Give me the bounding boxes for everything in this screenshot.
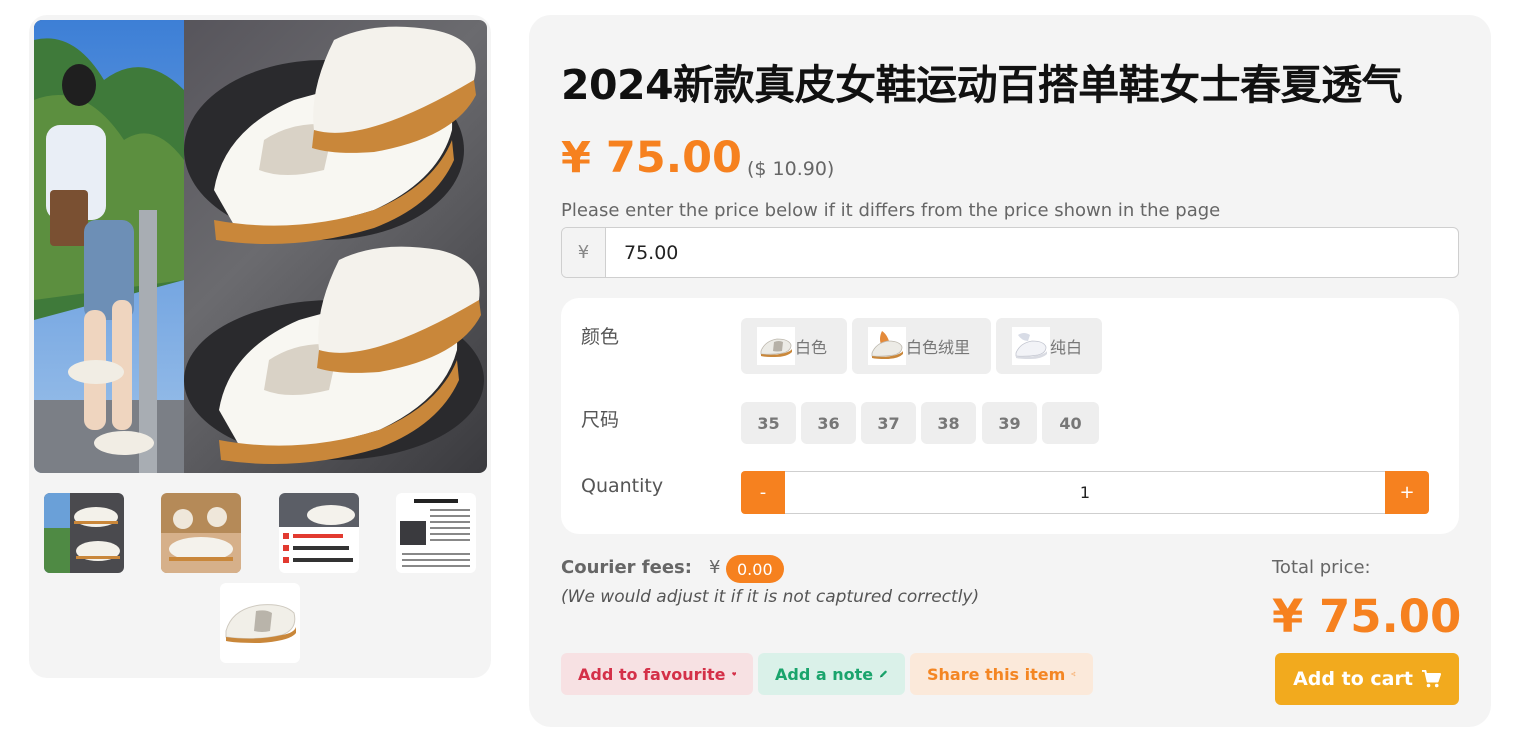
product-title: 2024新款真皮女鞋运动百搭单鞋女士春夏透气 bbox=[561, 61, 1403, 109]
color-option-pure-white[interactable]: 纯白 bbox=[996, 318, 1102, 374]
fleece-lined-sneaker-thumb-icon bbox=[868, 327, 906, 365]
quantity-decrease-button[interactable]: - bbox=[741, 471, 785, 514]
quantity-value[interactable]: 1 bbox=[785, 471, 1385, 514]
price-input-group: ¥ bbox=[561, 227, 1459, 278]
thumbnail-4[interactable] bbox=[396, 493, 476, 573]
thumbnail-image-icon bbox=[44, 493, 124, 573]
quantity-stepper: - 1 + bbox=[741, 471, 1429, 514]
thumbnail-image-icon bbox=[220, 583, 300, 663]
courier-note: (We would adjust it if it is not capture… bbox=[561, 587, 980, 607]
thumbnail-image-icon bbox=[161, 493, 241, 573]
color-option-label: 白色 bbox=[795, 338, 828, 357]
quantity-increase-button[interactable]: + bbox=[1385, 471, 1429, 514]
shopping-cart-icon bbox=[1421, 670, 1441, 688]
add-to-favourite-button[interactable]: Add to favourite bbox=[561, 653, 753, 695]
quantity-label: Quantity bbox=[581, 475, 664, 497]
product-price-usd: ($ 10.90) bbox=[747, 158, 835, 180]
main-product-image[interactable] bbox=[34, 20, 487, 473]
thumbnail-image-icon bbox=[279, 493, 359, 573]
pencil-icon bbox=[880, 670, 887, 678]
product-gallery bbox=[29, 15, 491, 678]
color-option-white-fleece[interactable]: 白色绒里 bbox=[852, 318, 991, 374]
heart-icon bbox=[731, 672, 736, 676]
add-to-cart-button[interactable]: Add to cart bbox=[1275, 653, 1459, 705]
thumbnail-image-icon bbox=[396, 493, 476, 573]
size-option-40[interactable]: 40 bbox=[1042, 402, 1099, 444]
total-price: ¥ 75.00 bbox=[1272, 590, 1462, 643]
size-option-39[interactable]: 39 bbox=[982, 402, 1037, 444]
share-item-label: Share this item bbox=[927, 664, 1066, 684]
product-details-panel: 2024新款真皮女鞋运动百搭单鞋女士春夏透气 ¥ 75.00 ($ 10.90)… bbox=[529, 15, 1491, 727]
color-option-white[interactable]: 白色 bbox=[741, 318, 847, 374]
size-option-36[interactable]: 36 bbox=[801, 402, 856, 444]
price-hint: Please enter the price below if it diffe… bbox=[561, 200, 1221, 221]
courier-fees-label: Courier fees: bbox=[561, 557, 692, 578]
add-note-label: Add a note bbox=[775, 664, 874, 684]
share-icon bbox=[1071, 671, 1076, 677]
add-note-button[interactable]: Add a note bbox=[758, 653, 905, 695]
color-option-label: 白色绒里 bbox=[906, 338, 971, 357]
options-card: 颜色 白色 白色绒里 纯白 尺码 35 36 37 38 39 40 Quant… bbox=[561, 298, 1459, 534]
color-label: 颜色 bbox=[581, 326, 620, 348]
size-option-38[interactable]: 38 bbox=[921, 402, 976, 444]
size-option-35[interactable]: 35 bbox=[741, 402, 796, 444]
pure-white-sneaker-thumb-icon bbox=[1012, 327, 1050, 365]
courier-currency: ¥ bbox=[709, 557, 721, 578]
sneaker-photo bbox=[34, 20, 487, 473]
size-label: 尺码 bbox=[581, 409, 620, 431]
size-option-37[interactable]: 37 bbox=[861, 402, 916, 444]
price-input[interactable] bbox=[606, 228, 1458, 277]
currency-addon: ¥ bbox=[562, 228, 606, 277]
thumbnail-1[interactable] bbox=[44, 493, 124, 573]
thumbnail-3[interactable] bbox=[279, 493, 359, 573]
add-to-favourite-label: Add to favourite bbox=[578, 664, 726, 684]
product-price: ¥ 75.00 bbox=[561, 133, 742, 183]
product-page: 2024新款真皮女鞋运动百搭单鞋女士春夏透气 ¥ 75.00 ($ 10.90)… bbox=[0, 0, 1518, 738]
total-price-label: Total price: bbox=[1272, 557, 1371, 578]
white-sneaker-thumb-icon bbox=[757, 327, 795, 365]
courier-fee-badge: 0.00 bbox=[726, 555, 784, 583]
thumbnail-5[interactable] bbox=[220, 583, 300, 663]
add-to-cart-label: Add to cart bbox=[1293, 668, 1413, 690]
share-item-button[interactable]: Share this item bbox=[910, 653, 1093, 695]
thumbnail-2[interactable] bbox=[161, 493, 241, 573]
color-option-label: 纯白 bbox=[1050, 338, 1083, 357]
